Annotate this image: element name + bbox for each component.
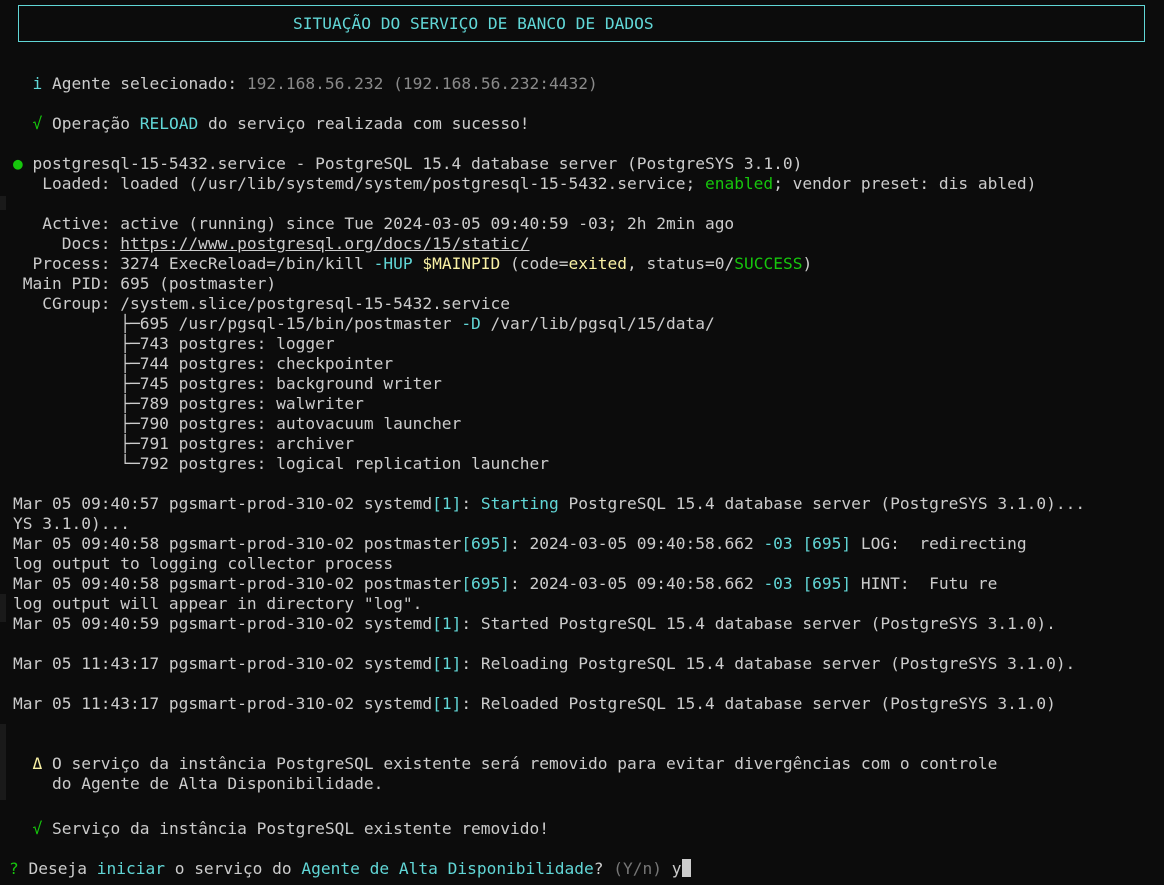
status-bullet-icon: ●: [13, 154, 23, 173]
log-line: Mar 05 11:43:17 pgsmart-prod-310-02 syst…: [13, 694, 1056, 713]
log-line-wrap: YS 3.1.0)...: [13, 514, 130, 533]
prompt-agent: Agente de Alta Disponibilidade: [301, 859, 594, 878]
process-tree-item: ├─695 /usr/pgsql-15/bin/postmaster -D /v…: [13, 314, 715, 333]
loaded-line: Loaded: loaded (/usr/lib/systemd/system/…: [13, 174, 1037, 193]
process-tree-item: ├─745 postgres: background writer: [13, 374, 442, 393]
prompt-hint: (Y/n): [613, 859, 663, 878]
info-label: Agente selecionado:: [52, 74, 247, 93]
process-tree-item: └─792 postgres: logical replication laun…: [13, 454, 550, 473]
log-line: Mar 05 09:40:57 pgsmart-prod-310-02 syst…: [13, 494, 1086, 513]
docs-link[interactable]: https://www.postgresql.org/docs/15/stati…: [120, 234, 529, 253]
cgroup-line: CGroup: /system.slice/postgresql-15-5432…: [13, 294, 511, 313]
log-line: Mar 05 09:40:59 pgsmart-prod-310-02 syst…: [13, 614, 1056, 633]
process-tree-item: ├─791 postgres: archiver: [13, 434, 355, 453]
enabled-state: enabled: [704, 174, 774, 193]
prompt-action: iniciar: [96, 859, 165, 878]
banner-title: SITUAÇÃO DO SERVIÇO DE BANCO DE DADOS: [293, 14, 654, 33]
selected-agent: 192.168.56.232 (192.168.56.232:4432): [246, 74, 598, 93]
left-edge-mark: [0, 594, 6, 622]
process-tree-item: ├─790 postgres: autovacuum launcher: [13, 414, 462, 433]
left-edge-mark: [0, 724, 6, 800]
process-tree-item: ├─744 postgres: checkpointer: [13, 354, 394, 373]
process-tree-item: ├─743 postgres: logger: [13, 334, 335, 353]
check-icon: √: [32, 819, 43, 838]
service-header: postgresql-15-5432.service - PostgreSQL …: [22, 154, 803, 173]
mainpid-line: Main PID: 695 (postmaster): [13, 274, 277, 293]
check-icon: √: [32, 114, 43, 133]
left-edge-mark: [0, 196, 6, 210]
info-icon: i: [32, 74, 43, 93]
question-mark-icon: ?: [9, 859, 19, 878]
docs-line: Docs: https://www.postgresql.org/docs/15…: [13, 234, 530, 253]
prompt-line: ? Deseja iniciar o serviço do Agente de …: [9, 859, 691, 879]
process-tree-item: ├─789 postgres: walwriter: [13, 394, 364, 413]
process-line: Process: 3274 ExecReload=/bin/kill -HUP …: [13, 254, 813, 273]
log-line: Mar 05 11:43:17 pgsmart-prod-310-02 syst…: [13, 654, 1076, 673]
warning-icon: Δ: [32, 754, 43, 773]
log-line: Mar 05 09:40:58 pgsmart-prod-310-02 post…: [13, 574, 998, 593]
service-header-line: ● postgresql-15-5432.service - PostgreSQ…: [13, 154, 802, 174]
log-line-wrap: log output to logging collector process: [13, 554, 394, 573]
reload-success-line: √ Operação RELOAD do serviço realizada c…: [32, 114, 530, 133]
banner-box: SITUAÇÃO DO SERVIÇO DE BANCO DE DADOS: [18, 5, 1145, 42]
reload-operation: RELOAD: [139, 114, 199, 133]
warning-line: do Agente de Alta Disponibilidade.: [32, 774, 384, 793]
removed-success-line: √ Serviço da instância PostgreSQL existe…: [32, 819, 550, 838]
active-line: Active: active (running) since Tue 2024-…: [13, 214, 735, 233]
info-line: i Agente selecionado: 192.168.56.232 (19…: [13, 74, 598, 94]
warning-line: Δ O serviço da instância PostgreSQL exis…: [32, 754, 998, 773]
log-line: Mar 05 09:40:58 pgsmart-prod-310-02 post…: [13, 534, 1027, 553]
log-line-wrap: log output will appear in directory "log…: [13, 594, 423, 613]
prompt-answer-input[interactable]: y: [672, 859, 682, 878]
text-cursor[interactable]: [681, 859, 691, 877]
